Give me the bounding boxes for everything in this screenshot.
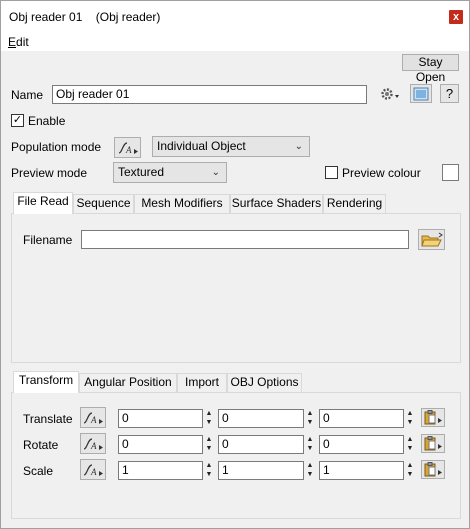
tab-import[interactable]: Import xyxy=(177,373,227,392)
rotate-label: Rotate xyxy=(23,438,59,452)
tab-surface-shaders[interactable]: Surface Shaders xyxy=(230,194,323,213)
menu-edit[interactable]: Edit xyxy=(8,35,29,49)
scale-x-spinbox[interactable]: 1 ▲ ▼ xyxy=(118,461,212,480)
scale-paste-button[interactable] xyxy=(421,460,445,479)
filename-label: Filename xyxy=(23,233,73,247)
scale-animate-button[interactable]: A xyxy=(80,459,106,480)
scale-y-spinbox[interactable]: 1 ▲ ▼ xyxy=(218,461,313,480)
translate-paste-button[interactable] xyxy=(421,408,445,427)
menu-bar: Edit xyxy=(1,33,469,51)
open-folder-icon xyxy=(420,232,443,246)
preview-mode-value: Textured xyxy=(118,165,165,179)
translate-label: Translate xyxy=(23,412,73,426)
spin-arrows-icon[interactable]: ▲ ▼ xyxy=(404,409,416,428)
svg-text:A: A xyxy=(90,441,97,451)
scale-z-spinbox[interactable]: 1 ▲ ▼ xyxy=(319,461,413,480)
gear-icon xyxy=(380,87,399,100)
scale-label: Scale xyxy=(23,464,54,478)
chevron-down-icon: ⌄ xyxy=(211,167,220,178)
clipboard-icon xyxy=(424,462,442,477)
spin-arrows-icon[interactable]: ▲ ▼ xyxy=(404,461,416,480)
rotate-y-spinbox[interactable]: 0 ▲ ▼ xyxy=(218,435,313,454)
preview-colour-checkbox[interactable] xyxy=(325,166,338,179)
spin-arrows-icon[interactable]: ▲ ▼ xyxy=(203,435,215,454)
svg-text:A: A xyxy=(90,467,97,477)
name-field[interactable]: Obj reader 01 xyxy=(52,85,367,104)
tab-rendering[interactable]: Rendering xyxy=(323,194,386,213)
population-mode-value: Individual Object xyxy=(157,139,246,153)
population-mode-label: Population mode xyxy=(11,140,102,154)
clipboard-icon xyxy=(424,436,442,451)
spin-arrows-icon[interactable]: ▲ ▼ xyxy=(304,461,316,480)
preview-colour-swatch[interactable] xyxy=(442,164,459,181)
tab-mesh-modifiers[interactable]: Mesh Modifiers xyxy=(134,194,230,213)
browse-file-button[interactable] xyxy=(418,229,445,250)
rotate-paste-button[interactable] xyxy=(421,434,445,453)
animate-curve-icon: A xyxy=(118,141,138,155)
spin-arrows-icon[interactable]: ▲ ▼ xyxy=(203,409,215,428)
window-title: Obj reader 01 (Obj reader) xyxy=(9,10,161,24)
help-button[interactable]: ? xyxy=(440,84,459,103)
filename-field[interactable] xyxy=(81,230,409,249)
tab-file-read[interactable]: File Read xyxy=(13,192,73,214)
spin-arrows-icon[interactable]: ▲ ▼ xyxy=(304,409,316,428)
tab-sequence[interactable]: Sequence xyxy=(73,194,134,213)
enable-checkbox[interactable]: ✓ xyxy=(11,114,24,127)
translate-animate-button[interactable]: A xyxy=(80,407,106,428)
spin-arrows-icon[interactable]: ▲ ▼ xyxy=(404,435,416,454)
enable-label: Enable xyxy=(28,114,66,128)
tab-obj-options[interactable]: OBJ Options xyxy=(227,373,302,392)
stay-open-button[interactable]: Stay Open xyxy=(402,54,459,84)
population-mode-select[interactable]: Individual Object ⌄ xyxy=(152,136,310,157)
animate-curve-icon: A xyxy=(83,463,103,477)
preview-colour-label: Preview colour xyxy=(342,166,421,180)
preview-mode-label: Preview mode xyxy=(11,166,88,180)
chevron-down-icon: ⌄ xyxy=(294,141,303,152)
translate-x-spinbox[interactable]: 0 ▲ ▼ xyxy=(118,409,212,428)
clipboard-icon xyxy=(424,410,442,425)
transform-panel: Translate A 0 ▲ ▼ 0 ▲ ▼ 0 ▲ ▼ Rotate A 0 ▲ ▼ 0 ▲ ▼… xyxy=(11,392,461,519)
preview-mode-select[interactable]: Textured ⌄ xyxy=(113,162,227,183)
spin-arrows-icon[interactable]: ▲ ▼ xyxy=(304,435,316,454)
rotate-animate-button[interactable]: A xyxy=(80,433,106,454)
animate-curve-icon: A xyxy=(83,437,103,451)
translate-z-spinbox[interactable]: 0 ▲ ▼ xyxy=(319,409,413,428)
svg-text:A: A xyxy=(125,145,132,155)
svg-text:A: A xyxy=(90,415,97,425)
spin-arrows-icon[interactable]: ▲ ▼ xyxy=(203,461,215,480)
tab-angular-position[interactable]: Angular Position xyxy=(79,373,177,392)
animate-curve-icon: A xyxy=(83,411,103,425)
file-read-panel: Filename xyxy=(11,213,461,363)
tab-transform[interactable]: Transform xyxy=(13,371,79,393)
rotate-z-spinbox[interactable]: 0 ▲ ▼ xyxy=(319,435,413,454)
help-icon: ? xyxy=(445,86,454,101)
view-button[interactable] xyxy=(410,84,432,103)
translate-y-spinbox[interactable]: 0 ▲ ▼ xyxy=(218,409,313,428)
close-button[interactable]: x xyxy=(449,10,463,24)
gear-menu-button[interactable] xyxy=(378,84,401,103)
view-icon xyxy=(413,87,429,100)
dialog-window: Obj reader 01 (Obj reader) x Edit Stay O… xyxy=(0,0,470,529)
rotate-x-spinbox[interactable]: 0 ▲ ▼ xyxy=(118,435,212,454)
title-bar: Obj reader 01 (Obj reader) x xyxy=(1,1,469,33)
population-animate-button[interactable]: A xyxy=(114,137,141,158)
name-label: Name xyxy=(11,88,44,102)
